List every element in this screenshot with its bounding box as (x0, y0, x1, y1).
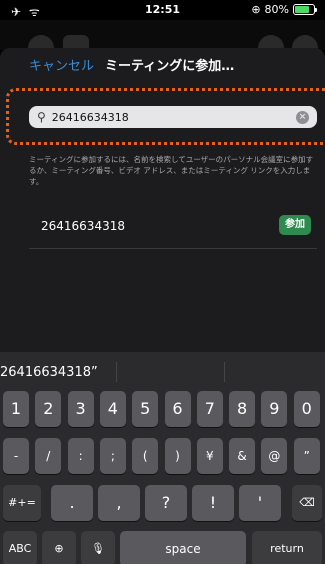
key-9[interactable]: 0 (293, 391, 320, 427)
clear-icon[interactable]: × (296, 110, 309, 124)
key-2[interactable]: 3 (67, 391, 94, 427)
key-symbol[interactable]: @ (261, 438, 288, 474)
abc-key[interactable]: ABC (3, 531, 37, 564)
key-7[interactable]: 8 (229, 391, 256, 427)
sheet-header: キャンセル ミーティングに参加… (0, 55, 325, 81)
search-icon: ⚲ (37, 110, 46, 124)
key-symbol[interactable]: & (229, 438, 256, 474)
cancel-button[interactable]: キャンセル (29, 55, 94, 74)
key-punct[interactable]: ! (192, 485, 234, 521)
search-field[interactable]: ⚲ × (29, 106, 317, 128)
search-input[interactable] (51, 110, 296, 124)
key-3[interactable]: 4 (99, 391, 126, 427)
globe-icon[interactable]: ⊕ (42, 531, 76, 564)
backspace-key[interactable]: ⌫ (292, 485, 322, 521)
suggestion-item[interactable]: 26416634318” (0, 365, 98, 380)
microphone-icon[interactable]: 🎙 (81, 531, 115, 564)
suggestion-divider (116, 362, 117, 382)
key-symbol[interactable]: ” (293, 438, 320, 474)
key-punct[interactable]: , (98, 485, 140, 521)
key-symbol[interactable]: ) (164, 438, 191, 474)
key-punct[interactable]: ? (145, 485, 187, 521)
key-5[interactable]: 6 (164, 391, 191, 427)
symbols-toggle-key[interactable]: #+= (3, 485, 41, 521)
key-punct[interactable]: ' (239, 485, 281, 521)
status-right: ⊕ 80% (251, 3, 317, 16)
space-key[interactable]: space (120, 531, 246, 564)
key-symbol[interactable]: ; (99, 438, 126, 474)
key-4[interactable]: 5 (132, 391, 159, 427)
sheet-title: ミーティングに参加… (105, 59, 235, 74)
key-symbol[interactable]: ( (132, 438, 159, 474)
key-1[interactable]: 2 (35, 391, 62, 427)
key-symbol[interactable]: : (67, 438, 94, 474)
key-symbol[interactable]: - (3, 438, 29, 474)
status-bar: ✈ ᯤ 12:51 ⊕ 80% (0, 0, 325, 20)
return-key[interactable]: return (252, 531, 322, 564)
orientation-lock-icon: ⊕ (251, 3, 261, 16)
suggestion-bar: 26416634318” (0, 352, 325, 392)
result-number: 26416634318 (41, 219, 125, 233)
battery-icon (293, 4, 317, 15)
join-button[interactable]: 参加 (279, 215, 311, 235)
suggestion-divider (224, 362, 225, 382)
key-6[interactable]: 7 (196, 391, 223, 427)
result-row[interactable]: 26416634318 参加 (29, 205, 317, 249)
help-text: ミーティングに参加するには、名前を検索してユーザーのパーソナル会議室に参加するか… (29, 155, 314, 186)
battery-percent: 80% (264, 3, 289, 16)
key-symbol[interactable]: / (35, 438, 62, 474)
key-0[interactable]: 1 (3, 391, 29, 427)
key-symbol[interactable]: ¥ (196, 438, 223, 474)
key-8[interactable]: 9 (261, 391, 288, 427)
key-punct[interactable]: . (51, 485, 93, 521)
